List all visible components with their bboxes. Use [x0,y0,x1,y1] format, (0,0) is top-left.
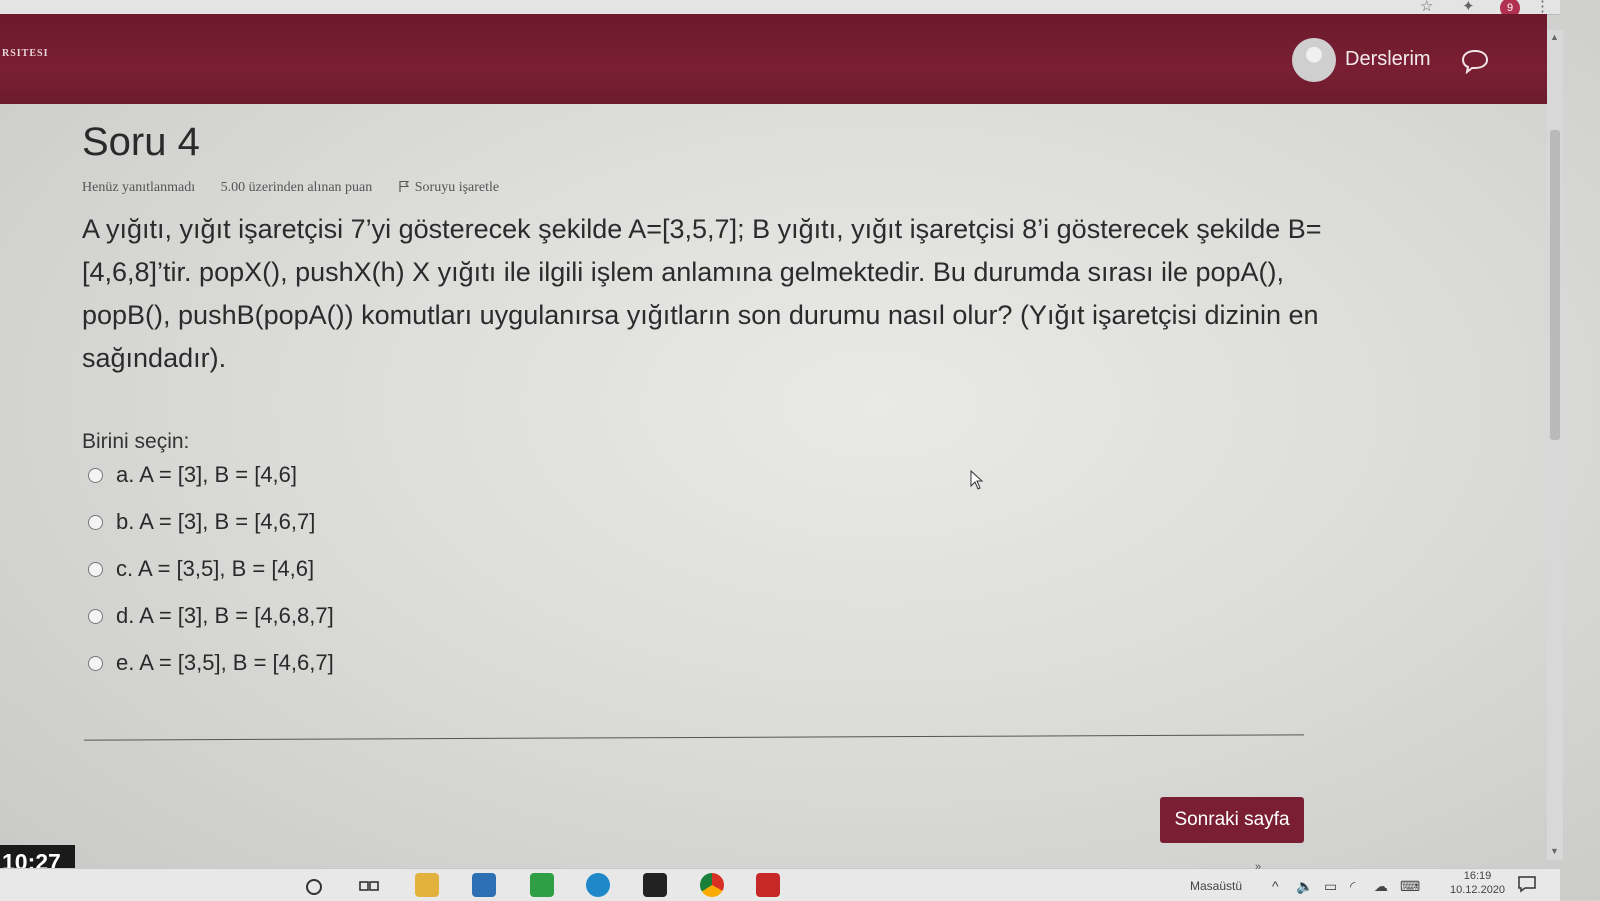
desktop-toolbar-label[interactable]: Masaüstü [1190,879,1242,893]
site-header: RSITESI Derslerim [0,14,1547,104]
answer-prompt: Birini seçin: [82,430,190,453]
system-date: 10.12.2020 [1450,884,1506,896]
wifi-icon[interactable]: ◜ [1350,878,1355,895]
file-explorer-icon[interactable] [415,873,439,897]
answer-option-b[interactable]: b. A = [3], B = [4,6,7] [88,507,315,537]
browser-menu-icon[interactable]: ⋮ [1535,0,1550,15]
flag-icon [399,180,409,192]
radio-button[interactable] [88,608,103,624]
chrome-browser-icon[interactable] [700,873,724,897]
edge-browser-icon[interactable] [586,873,610,897]
question-text: A yığıtı, yığıt işaretçisi 7’yi gösterec… [82,214,1322,373]
onedrive-icon[interactable]: ☁ [1374,878,1388,895]
question-info: Henüz yanıtlanmadı 5.00 üzerinden alınan… [82,180,543,196]
option-label[interactable]: d. A = [3], B = [4,6,8,7] [116,603,334,629]
radio-button[interactable] [88,561,103,577]
chat-bubble-icon[interactable] [1460,48,1490,74]
extensions-icon[interactable]: ✦ [1462,0,1475,15]
option-label[interactable]: e. A = [3,5], B = [4,6,7] [116,650,334,676]
next-page-button[interactable]: Sonraki sayfa [1160,797,1304,843]
question-status: Henüz yanıtlanmadı [82,180,196,195]
search-icon[interactable] [302,873,326,897]
radio-button[interactable] [88,467,103,483]
question-points: 5.00 üzerinden alınan puan [220,180,373,195]
option-label[interactable]: c. A = [3,5], B = [4,6] [116,556,314,582]
mail-icon[interactable] [472,873,496,897]
answer-option-c[interactable]: c. A = [3,5], B = [4,6] [88,554,314,584]
toolbar-overflow-icon[interactable]: » [1255,861,1261,873]
system-clock[interactable]: 16:19 10.12.2020 [1450,869,1505,897]
volume-icon[interactable]: 🔈 [1296,878,1313,895]
system-time: 16:19 [1463,870,1492,882]
scrollbar-thumb[interactable] [1550,130,1560,440]
flag-question-label: Soruyu işaretle [414,180,500,195]
pdf-reader-icon[interactable] [756,873,780,897]
page-background [0,0,1600,900]
flag-question-link[interactable]: Soruyu işaretle [398,180,521,195]
store-icon[interactable] [530,873,554,897]
bookmark-star-icon[interactable]: ☆ [1420,0,1433,15]
show-hidden-icons-icon[interactable]: ^ [1272,878,1279,894]
avatar[interactable] [1292,38,1336,82]
question-title: Soru 4 [82,120,200,164]
site-logo-text[interactable]: RSITESI [2,48,48,59]
answer-option-e[interactable]: e. A = [3,5], B = [4,6,7] [88,648,334,678]
action-center-icon[interactable] [1517,875,1537,893]
answer-option-d[interactable]: d. A = [3], B = [4,6,8,7] [88,601,334,631]
page-scrollbar[interactable]: ▲ ▼ [1547,30,1563,860]
battery-icon[interactable]: ▭ [1324,878,1337,895]
keyboard-icon[interactable]: ⌨ [1400,878,1420,895]
scroll-up-arrow-icon[interactable]: ▲ [1550,32,1559,42]
option-label[interactable]: b. A = [3], B = [4,6,7] [116,509,315,535]
terminal-icon[interactable] [643,873,667,897]
mouse-cursor-icon [970,470,984,490]
option-label[interactable]: a. A = [3], B = [4,6] [116,462,297,488]
task-view-icon[interactable] [357,873,381,897]
answer-option-a[interactable]: a. A = [3], B = [4,6] [88,460,297,490]
my-courses-link[interactable]: Derslerim [1345,48,1431,71]
radio-button[interactable] [88,514,103,530]
browser-toolbar: ☆ ✦ 9 ⋮ [0,0,1560,18]
radio-button[interactable] [88,655,103,671]
windows-taskbar: » Masaüstü ^ 🔈 ▭ ◜ ☁ ⌨ 16:19 10.12.2020 [0,861,1560,901]
scroll-down-arrow-icon[interactable]: ▼ [1550,846,1559,856]
